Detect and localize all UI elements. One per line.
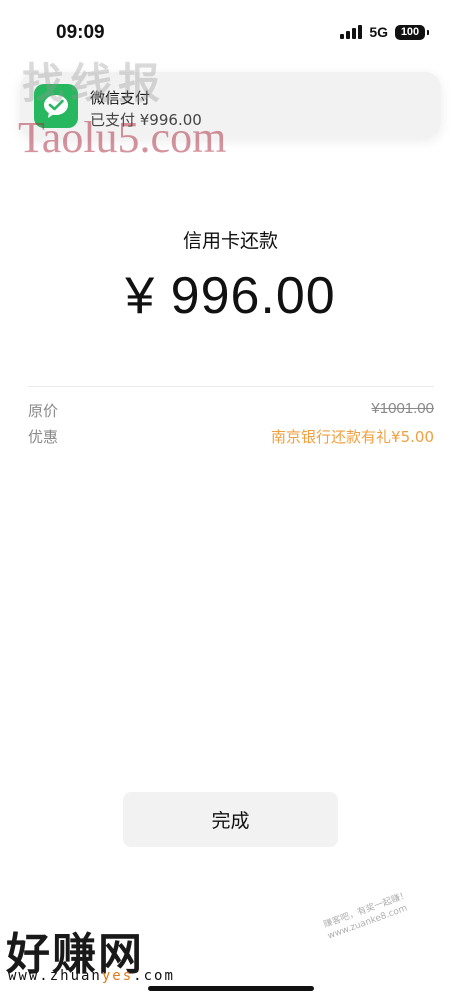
original-price-row: 原价 ¥1001.00 xyxy=(28,400,434,422)
payment-amount: ¥ 996.00 xyxy=(125,267,336,325)
done-button[interactable]: 完成 xyxy=(123,792,338,847)
discount-label: 优惠 xyxy=(28,428,59,446)
home-indicator[interactable] xyxy=(148,986,314,991)
watermark-url-prefix: www.zhuan xyxy=(8,968,102,984)
discount-row: 优惠 南京银行还款有礼¥5.00 xyxy=(28,426,434,448)
watermark-top-en: Taolu5.com xyxy=(18,113,227,162)
watermark-bottom-stamp: 赚客吧，有奖一起赚！ www.zuanke8.com xyxy=(322,889,415,942)
watermark-top-cn: 找线报 xyxy=(22,59,167,108)
payment-title: 信用卡还款 xyxy=(182,230,278,252)
status-indicators: 5G 100 xyxy=(340,24,429,40)
original-price-value: ¥1001.00 xyxy=(371,400,434,417)
divider xyxy=(28,386,434,387)
watermark-url-suffix: .com xyxy=(133,968,175,984)
battery-level: 100 xyxy=(400,26,420,38)
watermark-url-highlight: yes xyxy=(101,968,134,984)
network-type: 5G xyxy=(369,24,388,40)
done-button-label: 完成 xyxy=(211,810,250,832)
discount-value: 南京银行还款有礼¥5.00 xyxy=(271,428,434,446)
status-time: 09:09 xyxy=(56,22,105,43)
watermark-bottom-url: www.zhuanyes.com xyxy=(8,968,175,984)
cellular-signal-icon xyxy=(340,25,363,39)
original-price-label: 原价 xyxy=(28,402,59,420)
battery-icon: 100 xyxy=(395,24,429,40)
